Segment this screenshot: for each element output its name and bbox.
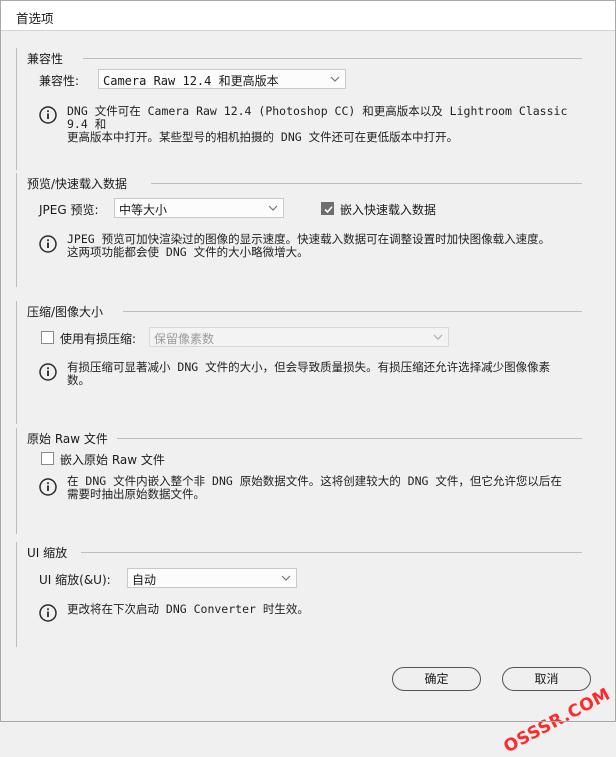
embed-fastload-label[interactable]: 嵌入快速载入数据 xyxy=(340,201,436,218)
compat-legend: 兼容性 xyxy=(27,50,70,67)
chevron-down-icon xyxy=(433,334,443,340)
embed-fastload-checkbox[interactable] xyxy=(321,202,334,215)
raw-group: 原始 Raw 文件 嵌入原始 Raw 文件 在 DNG 文件内嵌入整个非 DNG… xyxy=(16,428,582,534)
compress-group: 压缩/图像大小 使用有损压缩: 保留像素数 有损压缩可显著减小 DNG 文件的大… xyxy=(16,301,582,424)
raw-legend: 原始 Raw 文件 xyxy=(27,430,114,447)
ui-scale-info-text: 更改将在下次启动 DNG Converter 时生效。 xyxy=(67,602,309,616)
lossy-compression-dropdown[interactable]: 保留像素数 xyxy=(149,327,449,347)
preview-group: 预览/快速载入数据 JPEG 预览: 中等大小 嵌入快速载入数据 JPEG 预览… xyxy=(16,173,582,287)
compress-info-text: 有损压缩可显著减小 DNG 文件的大小，但会导致质量损失。有损压缩还允许选择减少… xyxy=(67,360,551,387)
jpeg-preview-value: 中等大小 xyxy=(119,203,168,217)
lossy-compression-value: 保留像素数 xyxy=(154,332,215,346)
ui-scale-label: UI 缩放(&U): xyxy=(39,573,111,587)
jpeg-preview-dropdown[interactable]: 中等大小 xyxy=(114,198,284,218)
watermark-logo: OSSSR.COM xyxy=(500,684,614,757)
ui-scale-legend: UI 缩放 xyxy=(27,544,74,561)
lossy-compression-checkbox[interactable] xyxy=(41,331,54,344)
jpeg-preview-label: JPEG 预览: xyxy=(39,203,99,217)
window-title: 首选项 xyxy=(16,11,54,26)
compat-label: 兼容性: xyxy=(39,74,80,88)
compat-dropdown-value: Camera Raw 12.4 和更高版本 xyxy=(103,74,279,88)
info-icon xyxy=(39,106,57,124)
cancel-button[interactable]: 取消 xyxy=(502,667,591,691)
embed-raw-checkbox[interactable] xyxy=(41,452,54,465)
preview-info-text: JPEG 预览可加快渲染过的图像的显示速度。快速载入数据可在调整设置时加快图像载… xyxy=(67,232,551,259)
check-icon xyxy=(324,206,333,214)
info-icon xyxy=(39,363,57,381)
ok-button[interactable]: 确定 xyxy=(392,667,481,691)
chevron-down-icon xyxy=(268,205,278,211)
compat-info-text: DNG 文件可在 Camera Raw 12.4 (Photoshop CC) … xyxy=(67,104,568,144)
embed-raw-label[interactable]: 嵌入原始 Raw 文件 xyxy=(60,451,165,468)
chevron-down-icon xyxy=(330,76,340,82)
title-bar: 首选项 xyxy=(0,0,616,31)
preview-legend: 预览/快速载入数据 xyxy=(27,175,134,192)
info-icon xyxy=(39,604,57,622)
raw-info-text: 在 DNG 文件内嵌入整个非 DNG 原始数据文件。这将创建较大的 DNG 文件… xyxy=(67,474,562,501)
lossy-compression-label[interactable]: 使用有损压缩: xyxy=(60,330,136,347)
ui-scale-dropdown[interactable]: 自动 xyxy=(127,568,297,588)
compress-legend: 压缩/图像大小 xyxy=(27,303,110,320)
compat-dropdown[interactable]: Camera Raw 12.4 和更高版本 xyxy=(98,69,346,89)
chevron-down-icon xyxy=(281,575,291,581)
ui-scale-group: UI 缩放 UI 缩放(&U): 自动 更改将在下次启动 DNG Convert… xyxy=(16,542,582,647)
compat-group: 兼容性 兼容性: Camera Raw 12.4 和更高版本 DNG 文件可在 … xyxy=(16,48,582,170)
ui-scale-value: 自动 xyxy=(132,573,157,587)
info-icon xyxy=(39,235,57,253)
info-icon xyxy=(39,478,57,496)
